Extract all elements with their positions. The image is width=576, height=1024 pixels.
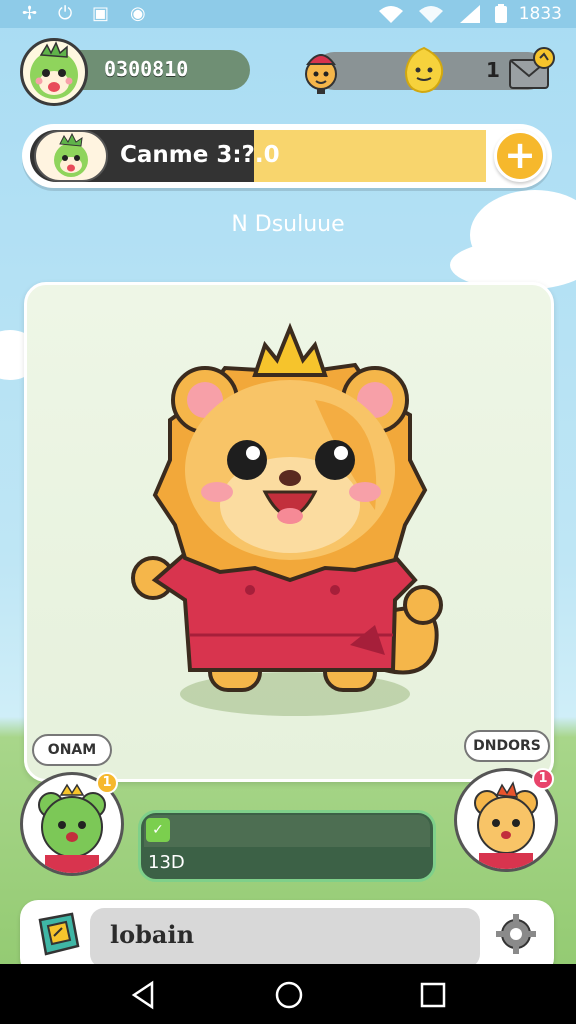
banner-title: Canme 3:?.0 [120, 142, 280, 168]
lion-character[interactable] [125, 320, 455, 710]
gear-icon[interactable] [494, 912, 538, 956]
plus-icon: + [504, 133, 536, 177]
record-icon: ◉ [130, 3, 146, 24]
mail-icon[interactable] [506, 46, 558, 92]
player-avatar[interactable] [20, 38, 88, 106]
wifi-icon [379, 6, 403, 23]
checkmark-icon: ✓ [146, 818, 170, 842]
map-icon[interactable] [30, 906, 86, 962]
banner-avatar [34, 130, 108, 182]
power-icon: ⏻ [58, 3, 73, 24]
settings-icon: ✢ [22, 3, 38, 24]
add-button[interactable]: + [494, 130, 546, 182]
section-subtitle: N Dsuluue [231, 212, 345, 237]
right-tag-button[interactable]: DNDORS [464, 730, 550, 762]
counter-value: 1 [486, 58, 500, 82]
home-icon[interactable] [274, 980, 304, 1010]
clock: 1833 [518, 4, 562, 24]
frog-face-icon [54, 132, 88, 177]
right-notification-badge: 1 [532, 768, 554, 790]
frog-face-icon [30, 41, 78, 99]
progress-bar [144, 815, 430, 847]
wifi-icon [419, 6, 443, 23]
progress-label: 13D [148, 852, 185, 873]
left-tag-button[interactable]: ONAM [32, 734, 112, 766]
save-icon: ▣ [92, 3, 110, 24]
back-icon[interactable] [128, 980, 158, 1010]
battery-icon [495, 4, 507, 23]
recents-icon[interactable] [418, 980, 448, 1010]
bottom-label: lobain [110, 920, 195, 949]
signal-icon [460, 5, 480, 23]
left-notification-badge: 1 [96, 772, 118, 794]
character-icon[interactable] [298, 44, 344, 96]
status-bar [0, 0, 576, 28]
score-value: 0300810 [104, 57, 189, 81]
lemon-coin-icon[interactable] [400, 44, 448, 96]
banner-progress-fill [254, 130, 486, 182]
